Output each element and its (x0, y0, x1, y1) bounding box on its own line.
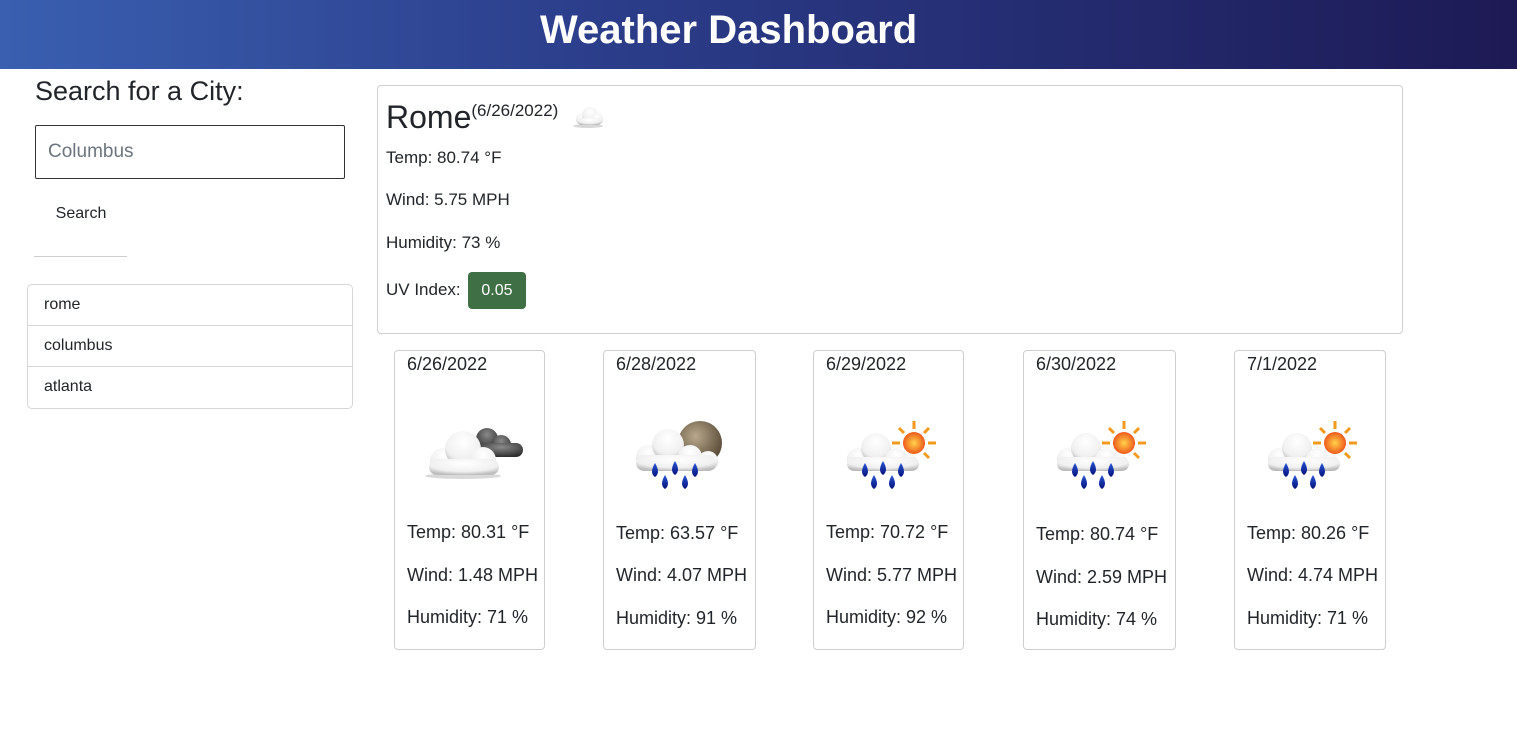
search-history-list: rome columbus atlanta (27, 284, 353, 409)
header-bar: Weather Dashboard (0, 0, 1517, 69)
current-city-heading: Rome(6/26/2022) (386, 98, 607, 136)
forecast-card: 6/30/2022 Temp: 80.74 °F Wind: 2.59 MPH … (1023, 350, 1176, 650)
forecast-temp: Temp: 80.26 °F (1247, 523, 1370, 543)
forecast-humidity: Humidity: 92 % (826, 607, 948, 627)
current-date: (6/26/2022) (471, 101, 559, 120)
current-temp: Temp: 80.74 °F (386, 148, 502, 167)
forecast-humidity: Humidity: 71 % (407, 607, 529, 627)
forecast-card: 6/29/2022 Temp: 70.72 °F Wind: 5.77 MPH … (813, 350, 964, 650)
search-button[interactable]: Search (35, 196, 127, 232)
history-item-atlanta[interactable]: atlanta (28, 367, 352, 408)
forecast-wind: Wind: 5.77 MPH (826, 565, 958, 585)
rain-sun-icon (834, 413, 944, 495)
forecast-humidity: Humidity: 74 % (1036, 609, 1158, 629)
forecast-wind: Wind: 1.48 MPH (407, 565, 539, 585)
search-heading: Search for a City: (35, 76, 244, 106)
forecast-date: 6/28/2022 (616, 354, 697, 374)
broken-clouds-icon (415, 413, 525, 495)
divider (34, 256, 127, 257)
page-title: Weather Dashboard (540, 8, 918, 52)
city-name: Rome (386, 99, 472, 135)
forecast-date: 6/29/2022 (826, 354, 907, 374)
forecast-humidity: Humidity: 91 % (616, 608, 738, 628)
forecast-date: 7/1/2022 (1247, 354, 1318, 374)
forecast-humidity: Humidity: 71 % (1247, 608, 1369, 628)
uv-index-label: UV Index: (386, 279, 461, 299)
cloud-icon (569, 104, 607, 135)
rain-sun-icon (1044, 413, 1154, 495)
city-search-input[interactable] (35, 125, 345, 179)
forecast-card: 6/28/2022 Temp: 63.57 °F Wind: 4.07 MPH … (603, 350, 756, 650)
forecast-temp: Temp: 63.57 °F (616, 523, 739, 543)
forecast-temp: Temp: 80.31 °F (407, 522, 530, 542)
current-wind: Wind: 5.75 MPH (386, 190, 510, 209)
history-item-columbus[interactable]: columbus (28, 326, 352, 367)
forecast-date: 6/26/2022 (407, 354, 488, 374)
forecast-wind: Wind: 2.59 MPH (1036, 567, 1168, 587)
rain-night-icon (624, 413, 734, 495)
uv-index-row: UV Index: 0.05 (386, 272, 526, 309)
forecast-wind: Wind: 4.07 MPH (616, 565, 748, 585)
forecast-card: 7/1/2022 Temp: 80.26 °F Wind: 4.74 MPH H… (1234, 350, 1386, 650)
forecast-temp: Temp: 70.72 °F (826, 522, 949, 542)
forecast-wind: Wind: 4.74 MPH (1247, 565, 1379, 585)
forecast-temp: Temp: 80.74 °F (1036, 524, 1159, 544)
history-item-rome[interactable]: rome (28, 285, 352, 326)
forecast-date: 6/30/2022 (1036, 354, 1117, 374)
current-weather-panel: Rome(6/26/2022) Temp: 80.74 °F Wind: 5.7… (377, 85, 1403, 334)
rain-sun-icon (1255, 413, 1365, 495)
forecast-card: 6/26/2022 Temp: 80.31 °F Wind: 1.48 MPH … (394, 350, 545, 650)
uv-index-badge: 0.05 (468, 272, 526, 309)
current-humidity: Humidity: 73 % (386, 233, 501, 252)
